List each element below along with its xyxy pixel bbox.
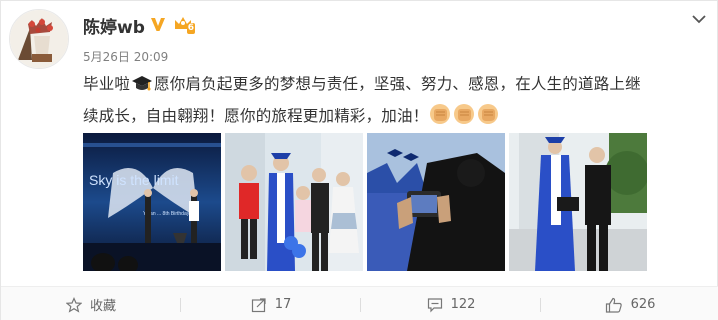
fist-emoji — [429, 103, 451, 134]
verified-v-icon — [149, 15, 167, 33]
post-text-segment: 愿你肩负起更多的梦想与责任，坚强、努力、感恩，在人生的道路上继 — [154, 75, 641, 93]
crown-level-icon[interactable]: 6 — [173, 15, 195, 34]
like-button[interactable]: 626 — [541, 287, 718, 320]
like-count: 626 — [630, 297, 656, 312]
photo-graduate[interactable] — [509, 133, 647, 271]
post-text-line-2: 续成长，自由翱翔！愿你的旅程更加精彩，加油！ — [83, 102, 703, 134]
graduation-cap-emoji — [131, 73, 153, 102]
fist-emoji — [477, 103, 499, 134]
post-text-segment: 续成长，自由翱翔！愿你的旅程更加精彩，加油！ — [83, 107, 429, 125]
comment-count: 122 — [450, 297, 476, 312]
thumbs-up-icon — [605, 297, 622, 313]
fist-emoji — [453, 103, 475, 134]
chevron-down-icon[interactable] — [691, 11, 707, 25]
weibo-post-card: 陈婷wb 6 5月26日 20:09 毕业啦 愿你肩负起更多的梦想与责任，坚强、努… — [0, 0, 718, 320]
post-text-segment: 毕业啦 — [83, 75, 131, 93]
repost-count: 17 — [274, 297, 292, 312]
photo-phone[interactable] — [367, 133, 505, 271]
action-bar: 收藏 17 122 626 — [1, 286, 718, 320]
level-number: 6 — [186, 23, 195, 34]
post-time[interactable]: 5月26日 20:09 — [83, 48, 168, 65]
comment-button[interactable]: 122 — [361, 287, 541, 320]
avatar[interactable] — [9, 9, 69, 69]
author-name[interactable]: 陈婷wb — [83, 13, 145, 38]
photo-family[interactable] — [225, 133, 363, 271]
photo-stage[interactable]: Sky is the limit Yinan ... 8th Birthday — [83, 133, 221, 271]
post-text-line-1: 毕业啦 愿你肩负起更多的梦想与责任，坚强、努力、感恩，在人生的道路上继 — [83, 70, 703, 102]
comment-icon — [427, 297, 442, 312]
favorite-button[interactable]: 收藏 — [1, 287, 181, 320]
favorite-label: 收藏 — [89, 299, 116, 314]
star-icon — [65, 296, 82, 313]
photo-grid: Sky is the limit Yinan ... 8th Birthday — [83, 133, 647, 271]
photo-stage-text: Sky is the limit — [89, 172, 179, 188]
repost-button[interactable]: 17 — [181, 287, 361, 320]
repost-icon — [251, 297, 266, 312]
post-text: 毕业啦 愿你肩负起更多的梦想与责任，坚强、努力、感恩，在人生的道路上继 续成长，自… — [83, 70, 703, 134]
